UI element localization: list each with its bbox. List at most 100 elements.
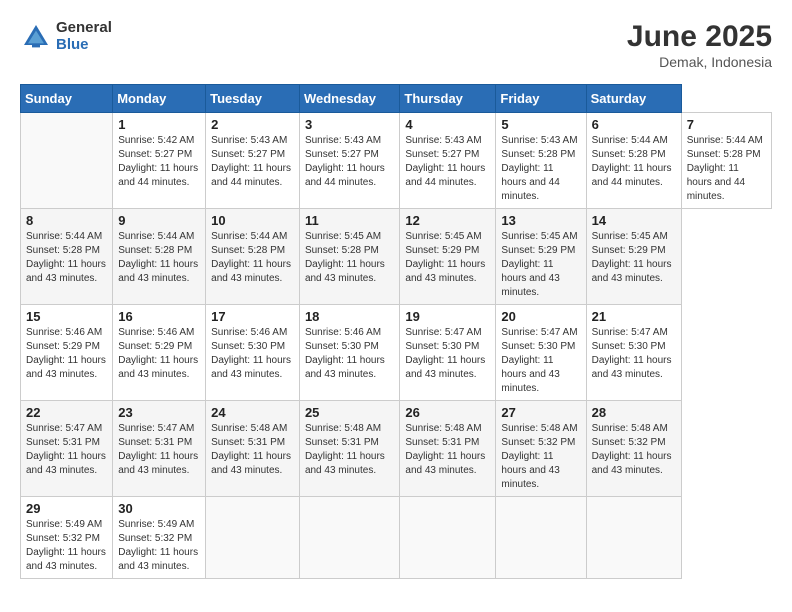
sunrise-text: Sunrise: 5:42 AM	[118, 135, 194, 146]
calendar-cell: 25 Sunrise: 5:48 AMSunset: 5:31 PMDayligh…	[299, 401, 399, 497]
calendar-cell: 17Sunrise: 5:46 AMSunset: 5:30 PMDayligh…	[206, 305, 300, 401]
calendar-cell: 6Sunrise: 5:44 AMSunset: 5:28 PMDaylight…	[586, 113, 681, 209]
sunrise-text: Sunrise: 5:45 AM	[305, 231, 381, 242]
sunrise-text: Sunrise: 5:47 AM	[592, 327, 668, 338]
sunset-text: Sunset: 5:32 PM	[118, 533, 192, 544]
day-info: Sunrise: 5:46 AMSunset: 5:29 PMDaylight:…	[26, 326, 107, 382]
daylight-text: Daylight: 11 hours and 43 minutes.	[305, 355, 385, 380]
sunrise-text: Sunrise: 5:46 AM	[26, 327, 102, 338]
day-info: Sunrise: 5:44 AMSunset: 5:28 PMDaylight:…	[118, 230, 200, 286]
daylight-text: Daylight: 11 hours and 43 minutes.	[26, 259, 106, 284]
day-info: Sunrise: 5:47 AMSunset: 5:31 PMDaylight:…	[26, 422, 107, 478]
daylight-text: Daylight: 11 hours and 43 minutes.	[118, 259, 198, 284]
daylight-text: Daylight: 11 hours and 43 minutes.	[26, 451, 106, 476]
day-info: Sunrise: 5:42 AMSunset: 5:27 PMDaylight:…	[118, 134, 200, 190]
calendar-cell: 3Sunrise: 5:43 AMSunset: 5:27 PMDaylight…	[299, 113, 399, 209]
sunset-text: Sunset: 5:28 PM	[26, 245, 100, 256]
daylight-text: Daylight: 11 hours and 44 minutes.	[211, 163, 291, 188]
sunset-text: Sunset: 5:28 PM	[211, 245, 285, 256]
daylight-text: Daylight: 11 hours and 43 minutes.	[118, 547, 198, 572]
sunrise-text: Sunrise: 5:44 AM	[687, 135, 763, 146]
calendar-cell	[496, 497, 586, 579]
day-info: Sunrise: 5:48 AMSunset: 5:32 PMDaylight:…	[501, 422, 580, 492]
day-info: Sunrise: 5:46 AMSunset: 5:30 PMDaylight:…	[305, 326, 394, 382]
calendar-day-header-saturday: Saturday	[586, 85, 681, 113]
daylight-text: Daylight: 11 hours and 43 minutes.	[501, 355, 559, 394]
calendar-cell: 23Sunrise: 5:47 AMSunset: 5:31 PMDayligh…	[113, 401, 206, 497]
day-number: 18	[305, 309, 394, 324]
daylight-text: Daylight: 11 hours and 43 minutes.	[118, 451, 198, 476]
sunrise-text: Sunrise: 5:47 AM	[501, 327, 577, 338]
day-number: 20	[501, 309, 580, 324]
calendar-week-row-5: 29 Sunrise: 5:49 AM Sunset: 5:32 PM Dayligh…	[21, 497, 772, 579]
sunrise-text: Sunrise: 5:44 AM	[26, 231, 102, 242]
calendar-header-row: SundayMondayTuesdayWednesdayThursdayFrid…	[21, 85, 772, 113]
sunset-text: Sunset: 5:31 PM	[118, 437, 192, 448]
calendar-cell: 18 Sunrise: 5:46 AMSunset: 5:30 PMDayligh…	[299, 305, 399, 401]
calendar-cell: 21Sunrise: 5:47 AMSunset: 5:30 PMDayligh…	[586, 305, 681, 401]
sunrise-text: Sunrise: 5:48 AM	[305, 423, 381, 434]
logo: General Blue	[20, 20, 112, 53]
day-info: Sunrise: 5:44 AMSunset: 5:28 PMDaylight:…	[687, 134, 766, 204]
day-number: 29	[26, 501, 107, 516]
calendar-cell: 29Sunrise: 5:49 AMSunset: 5:32 PMDayligh…	[21, 497, 113, 579]
calendar-day-header-sunday: Sunday	[21, 85, 113, 113]
day-number: 30	[118, 501, 200, 516]
daylight-text: Daylight: 11 hours and 44 minutes.	[405, 163, 485, 188]
day-info: Sunrise: 5:46 AMSunset: 5:29 PMDaylight:…	[118, 326, 200, 382]
daylight-text: Daylight: 11 hours and 43 minutes.	[305, 259, 385, 284]
day-info: Sunrise: 5:45 AM Sunset: 5:28 PM Daylight:…	[305, 230, 394, 286]
day-info: Sunrise: 5:43 AMSunset: 5:28 PMDaylight:…	[501, 134, 580, 204]
sunset-text: Sunset: 5:31 PM	[405, 437, 479, 448]
day-number: 9	[118, 213, 200, 228]
daylight-text: Daylight: 11 hours and 43 minutes.	[592, 451, 672, 476]
sunrise-text: Sunrise: 5:49 AM	[26, 519, 102, 530]
sunrise-text: Sunrise: 5:48 AM	[211, 423, 287, 434]
sunset-text: Sunset: 5:27 PM	[305, 149, 379, 160]
sunset-text: Sunset: 5:28 PM	[501, 149, 575, 160]
day-number: 24	[211, 405, 294, 420]
sunset-text: Sunset: 5:27 PM	[405, 149, 479, 160]
day-info: Sunrise: 5:49 AMSunset: 5:32 PMDaylight:…	[26, 518, 107, 574]
daylight-text: Daylight: 11 hours and 43 minutes.	[26, 355, 106, 380]
day-info: Sunrise: 5:44 AMSunset: 5:28 PMDaylight:…	[211, 230, 294, 286]
calendar-day-header-friday: Friday	[496, 85, 586, 113]
calendar-cell: 9 Sunrise: 5:44 AMSunset: 5:28 PMDaylight…	[113, 209, 206, 305]
day-number: 23	[118, 405, 200, 420]
sunrise-text: Sunrise: 5:48 AM	[501, 423, 577, 434]
sunset-text: Sunset: 5:32 PM	[501, 437, 575, 448]
sunset-text: Sunset: 5:29 PM	[501, 245, 575, 256]
sunset-text: Sunset: 5:28 PM	[592, 149, 666, 160]
daylight-text: Daylight: 11 hours and 43 minutes.	[405, 355, 485, 380]
sunrise-text: Sunrise: 5:46 AM	[211, 327, 287, 338]
logo-blue-text: Blue	[56, 37, 112, 54]
sunrise-text: Sunrise: 5:48 AM	[405, 423, 481, 434]
logo-icon	[20, 21, 52, 53]
calendar-cell: 8Sunrise: 5:44 AMSunset: 5:28 PMDaylight…	[21, 209, 113, 305]
day-number: 26	[405, 405, 490, 420]
day-info: Sunrise: 5:48 AMSunset: 5:31 PMDaylight:…	[305, 422, 394, 478]
calendar-cell: 19Sunrise: 5:47 AMSunset: 5:30 PMDayligh…	[400, 305, 496, 401]
sunrise-text: Sunrise: 5:46 AM	[305, 327, 381, 338]
location: Demak, Indonesia	[627, 54, 772, 70]
sunrise-text: Sunrise: 5:43 AM	[211, 135, 287, 146]
day-number: 22	[26, 405, 107, 420]
calendar-cell	[21, 113, 113, 209]
sunset-text: Sunset: 5:28 PM	[305, 245, 379, 256]
sunset-text: Sunset: 5:29 PM	[405, 245, 479, 256]
day-number: 11	[305, 213, 394, 228]
daylight-text: Daylight: 11 hours and 44 minutes.	[592, 163, 672, 188]
sunset-text: Sunset: 5:32 PM	[26, 533, 100, 544]
day-number: 28	[592, 405, 676, 420]
title-block: June 2025 Demak, Indonesia	[627, 20, 772, 70]
sunset-text: Sunset: 5:29 PM	[118, 341, 192, 352]
calendar-cell: 24Sunrise: 5:48 AMSunset: 5:31 PMDayligh…	[206, 401, 300, 497]
daylight-text: Daylight: 11 hours and 43 minutes.	[211, 355, 291, 380]
calendar-cell	[206, 497, 300, 579]
day-info: Sunrise: 5:46 AMSunset: 5:30 PMDaylight:…	[211, 326, 294, 382]
sunset-text: Sunset: 5:27 PM	[118, 149, 192, 160]
day-number: 25	[305, 405, 394, 420]
day-number: 15	[26, 309, 107, 324]
day-number: 21	[592, 309, 676, 324]
sunrise-text: Sunrise: 5:49 AM	[118, 519, 194, 530]
